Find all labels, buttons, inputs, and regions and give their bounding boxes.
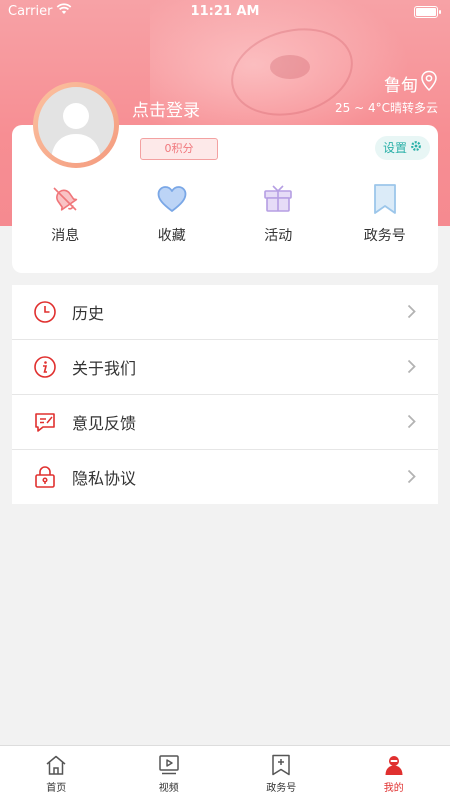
weather-text: 25 ~ 4°C晴转多云 — [335, 101, 438, 115]
header-artwork — [270, 55, 310, 79]
gift-icon — [225, 183, 332, 215]
bookmark-icon — [332, 183, 439, 215]
shortcut-activities[interactable]: 活动 — [225, 183, 332, 245]
clock: 11:21 AM — [190, 4, 260, 19]
shortcut-grid: 消息 收藏 活动 政务号 — [12, 183, 438, 245]
location-name: 鲁甸 — [384, 76, 418, 96]
tab-home[interactable]: 首页 — [0, 746, 113, 800]
bookmark-plus-icon — [225, 754, 338, 776]
chevron-right-icon — [407, 359, 416, 378]
shortcut-label: 政务号 — [363, 228, 406, 244]
tab-label: 视频 — [158, 783, 179, 794]
tab-label: 我的 — [383, 783, 404, 794]
shortcut-gov-accounts[interactable]: 政务号 — [332, 183, 439, 245]
feedback-icon — [32, 409, 58, 435]
tab-label: 政务号 — [266, 783, 297, 794]
tab-mine[interactable]: 我的 — [338, 746, 450, 800]
menu-item-label: 历史 — [72, 304, 105, 323]
shortcut-label: 消息 — [51, 228, 80, 244]
user-icon — [338, 754, 450, 776]
chevron-right-icon — [407, 469, 416, 488]
points-badge[interactable]: 0积分 — [140, 138, 218, 160]
menu-item-label: 隐私协议 — [72, 469, 137, 488]
lock-icon — [32, 464, 58, 490]
login-link[interactable]: 点击登录 — [132, 96, 200, 121]
gear-icon — [410, 136, 422, 160]
shortcut-label: 收藏 — [157, 228, 186, 244]
menu-item-feedback[interactable]: 意见反馈 — [12, 395, 438, 450]
tab-video[interactable]: 视频 — [113, 746, 226, 800]
home-icon — [0, 754, 113, 776]
shortcut-messages[interactable]: 消息 — [12, 183, 119, 245]
tab-gov-accounts[interactable]: 政务号 — [225, 746, 338, 800]
bell-muted-icon — [12, 183, 119, 215]
menu-item-label: 关于我们 — [72, 359, 137, 378]
menu-item-about[interactable]: 关于我们 — [12, 340, 438, 395]
tab-bar: 首页 视频 政务号 我的 — [0, 745, 450, 800]
menu-item-privacy[interactable]: 隐私协议 — [12, 450, 438, 504]
settings-button[interactable]: 设置 — [374, 136, 430, 160]
default-avatar-icon — [38, 87, 114, 163]
avatar[interactable] — [33, 82, 119, 168]
clock-icon — [32, 299, 58, 325]
status-bar: Carrier 11:21 AM — [0, 0, 450, 24]
location-pin-icon — [420, 70, 438, 97]
heart-icon — [119, 183, 226, 215]
location-selector[interactable]: 鲁甸 — [384, 70, 438, 97]
menu-item-label: 意见反馈 — [72, 414, 137, 433]
chevron-right-icon — [407, 304, 416, 323]
menu-item-history[interactable]: 历史 — [12, 285, 438, 340]
battery-icon — [414, 6, 441, 18]
settings-label: 设置 — [382, 141, 407, 155]
video-icon — [113, 754, 226, 776]
settings-menu: 历史 关于我们 意见反馈 隐私协议 — [12, 285, 438, 504]
tab-label: 首页 — [46, 783, 67, 794]
chevron-right-icon — [407, 414, 416, 433]
shortcut-label: 活动 — [264, 228, 293, 244]
info-icon — [32, 354, 58, 380]
shortcut-favorites[interactable]: 收藏 — [119, 183, 226, 245]
